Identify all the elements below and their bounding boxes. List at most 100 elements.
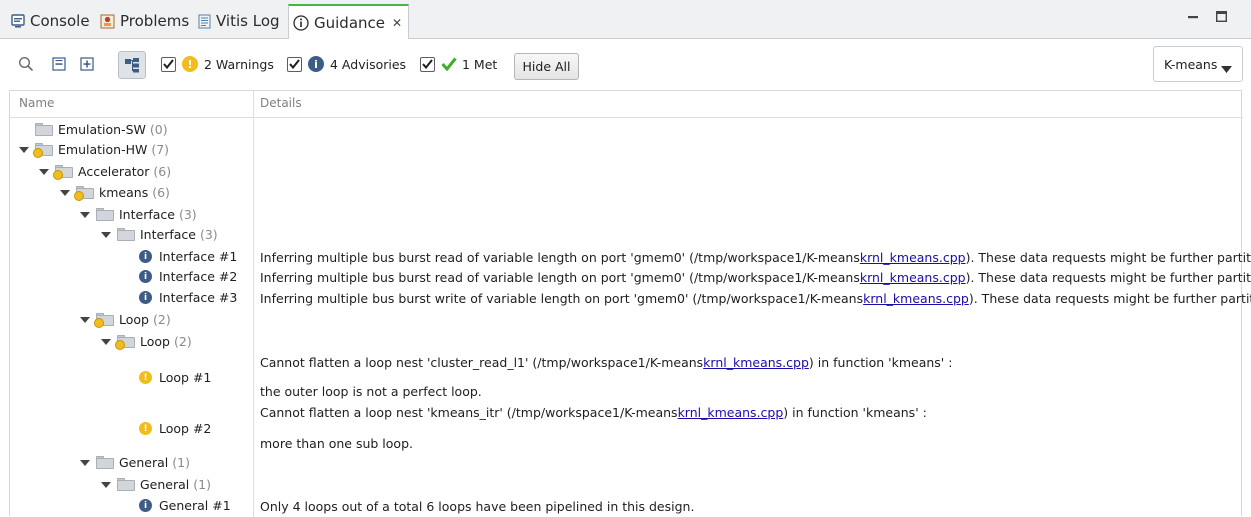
tree-row-kmeans[interactable]: kmeans (6) bbox=[60, 183, 170, 202]
expand-toggle-icon[interactable] bbox=[60, 189, 70, 196]
tab-guidance[interactable]: Guidance ✕ bbox=[288, 4, 410, 39]
folder-icon bbox=[117, 228, 135, 241]
tab-problems-label: Problems bbox=[120, 12, 190, 30]
expand-toggle-icon[interactable] bbox=[101, 481, 111, 488]
expand-toggle-icon[interactable] bbox=[80, 316, 90, 323]
tab-vitis-log-label: Vitis Log bbox=[216, 12, 280, 30]
expand-all-icon[interactable] bbox=[80, 39, 94, 89]
tree-row-emulation-hw[interactable]: Emulation-HW (7) bbox=[19, 140, 169, 159]
tree-row-count: (0) bbox=[149, 122, 168, 137]
tree-row-label: Interface #1 bbox=[159, 249, 238, 264]
tree-row-general-subgroup[interactable]: General (1) bbox=[101, 475, 211, 494]
tree-row-label: Interface #3 bbox=[159, 290, 238, 305]
detail-text: ) in function 'kmeans' : bbox=[808, 355, 953, 370]
tree-row-count: (3) bbox=[199, 227, 218, 242]
filter-warnings[interactable]: ! 2 Warnings bbox=[161, 39, 274, 89]
tree-row-emulation-sw[interactable]: Emulation-SW (0) bbox=[35, 120, 168, 139]
tree-row-general-1[interactable]: i General #1 bbox=[139, 496, 231, 515]
detail-interface-2: Inferring multiple bus burst read of var… bbox=[260, 270, 1251, 285]
close-tab-icon[interactable]: ✕ bbox=[392, 16, 402, 30]
detail-loop-1-b: the outer loop is not a perfect loop. bbox=[260, 384, 482, 399]
tree-row-interface-group[interactable]: Interface (3) bbox=[80, 205, 197, 224]
guidance-table: Name Details Emulation-SW (0) Emulation-H… bbox=[9, 90, 1251, 517]
tree-row-loop-2[interactable]: ! Loop #2 bbox=[139, 419, 211, 438]
log-icon bbox=[198, 14, 211, 29]
tree-row-label: General #1 bbox=[159, 498, 231, 513]
tab-problems[interactable]: Problems bbox=[100, 5, 189, 37]
tree-row-label: Emulation-HW bbox=[58, 142, 148, 157]
warnings-checkbox[interactable] bbox=[161, 56, 176, 72]
expand-toggle-icon[interactable] bbox=[80, 211, 90, 218]
minimize-view-icon[interactable] bbox=[1188, 10, 1199, 26]
warning-icon: ! bbox=[139, 371, 152, 384]
tree-row-label: General bbox=[140, 477, 190, 492]
warnings-label: 2 Warnings bbox=[204, 56, 274, 72]
tree-row-interface-subgroup[interactable]: Interface (3) bbox=[101, 225, 218, 244]
source-file-link[interactable]: krnl_kmeans.cpp bbox=[860, 270, 966, 285]
tab-guidance-label: Guidance bbox=[314, 13, 385, 32]
detail-text: ) in function 'kmeans' : bbox=[783, 405, 927, 420]
table-header: Name Details bbox=[10, 91, 1243, 118]
tree-row-loop-1[interactable]: ! Loop #1 bbox=[139, 368, 211, 387]
detail-interface-3: Inferring multiple bus burst write of va… bbox=[260, 291, 1251, 306]
chevron-down-icon bbox=[1221, 61, 1232, 76]
folder-warning-icon bbox=[94, 313, 114, 328]
tree-row-interface-3[interactable]: i Interface #3 bbox=[139, 288, 237, 307]
tree-row-count: (6) bbox=[152, 185, 170, 200]
expand-toggle-icon[interactable] bbox=[80, 459, 90, 466]
warning-icon: ! bbox=[182, 56, 198, 72]
detail-text: Inferring multiple bus burst read of var… bbox=[260, 270, 860, 285]
met-checkbox[interactable] bbox=[420, 56, 435, 72]
tree-row-accelerator[interactable]: Accelerator (6) bbox=[39, 162, 171, 181]
detail-loop-1-a: Cannot flatten a loop nest 'cluster_read… bbox=[260, 355, 952, 370]
tree-row-loop-group[interactable]: Loop (2) bbox=[80, 310, 171, 329]
tree-row-count: (3) bbox=[178, 207, 197, 222]
tab-vitis-log[interactable]: Vitis Log bbox=[198, 5, 280, 37]
detail-text: ). These data requests might be further … bbox=[968, 291, 1251, 306]
expand-toggle-icon[interactable] bbox=[19, 146, 29, 153]
folder-warning-icon bbox=[74, 186, 94, 201]
advisories-checkbox[interactable] bbox=[287, 56, 302, 72]
tree-row-label: Loop bbox=[140, 334, 170, 349]
collapse-all-icon[interactable] bbox=[52, 39, 66, 89]
tree-row-label: Emulation-SW bbox=[58, 122, 146, 137]
expand-toggle-icon[interactable] bbox=[39, 168, 49, 175]
tree-row-count: (1) bbox=[172, 455, 190, 470]
search-icon[interactable] bbox=[18, 39, 34, 89]
project-select[interactable]: K-means bbox=[1153, 46, 1243, 82]
guidance-toolbar: ! 2 Warnings i 4 Advisories 1 Met Hide A… bbox=[0, 39, 1251, 89]
met-checkmark-icon bbox=[441, 57, 457, 71]
source-file-link[interactable]: krnl_kmeans.cpp bbox=[703, 355, 809, 370]
column-header-details[interactable]: Details bbox=[260, 96, 302, 110]
detail-text: ). These data requests might be further … bbox=[965, 270, 1251, 285]
tree-row-label: General bbox=[119, 455, 169, 470]
source-file-link[interactable]: krnl_kmeans.cpp bbox=[863, 291, 969, 306]
tree-row-label: Loop bbox=[119, 312, 149, 327]
source-file-link[interactable]: krnl_kmeans.cpp bbox=[860, 250, 966, 265]
column-separator[interactable] bbox=[253, 91, 254, 517]
hide-all-button[interactable]: Hide All bbox=[514, 53, 579, 80]
advisory-info-icon: i bbox=[139, 499, 152, 512]
filter-advisories[interactable]: i 4 Advisories bbox=[287, 39, 406, 89]
hierarchy-view-toggle-icon[interactable] bbox=[118, 51, 146, 79]
tab-console-label: Console bbox=[30, 12, 90, 30]
detail-text: Cannot flatten a loop nest 'cluster_read… bbox=[260, 355, 704, 370]
expand-toggle-icon[interactable] bbox=[101, 338, 111, 345]
maximize-view-icon[interactable] bbox=[1215, 10, 1228, 26]
tree-row-interface-1[interactable]: i Interface #1 bbox=[139, 247, 237, 266]
tree-row-general-group[interactable]: General (1) bbox=[80, 453, 190, 472]
tree-row-count: (2) bbox=[173, 334, 192, 349]
column-header-name[interactable]: Name bbox=[19, 96, 54, 110]
source-file-link[interactable]: krnl_kmeans.cpp bbox=[678, 405, 784, 420]
tree-row-interface-2[interactable]: i Interface #2 bbox=[139, 267, 237, 286]
met-label: 1 Met bbox=[462, 56, 498, 72]
tree-row-loop-subgroup[interactable]: Loop (2) bbox=[101, 332, 192, 351]
warning-icon: ! bbox=[139, 422, 152, 435]
detail-general-1: Only 4 loops out of a total 6 loops have… bbox=[260, 499, 695, 514]
folder-icon bbox=[35, 123, 53, 136]
expand-toggle-icon[interactable] bbox=[101, 231, 111, 238]
filter-met[interactable]: 1 Met bbox=[420, 39, 497, 89]
tree-row-count: (2) bbox=[152, 312, 171, 327]
tree-row-label: Interface bbox=[140, 227, 196, 242]
tab-console[interactable]: Console bbox=[11, 5, 90, 37]
